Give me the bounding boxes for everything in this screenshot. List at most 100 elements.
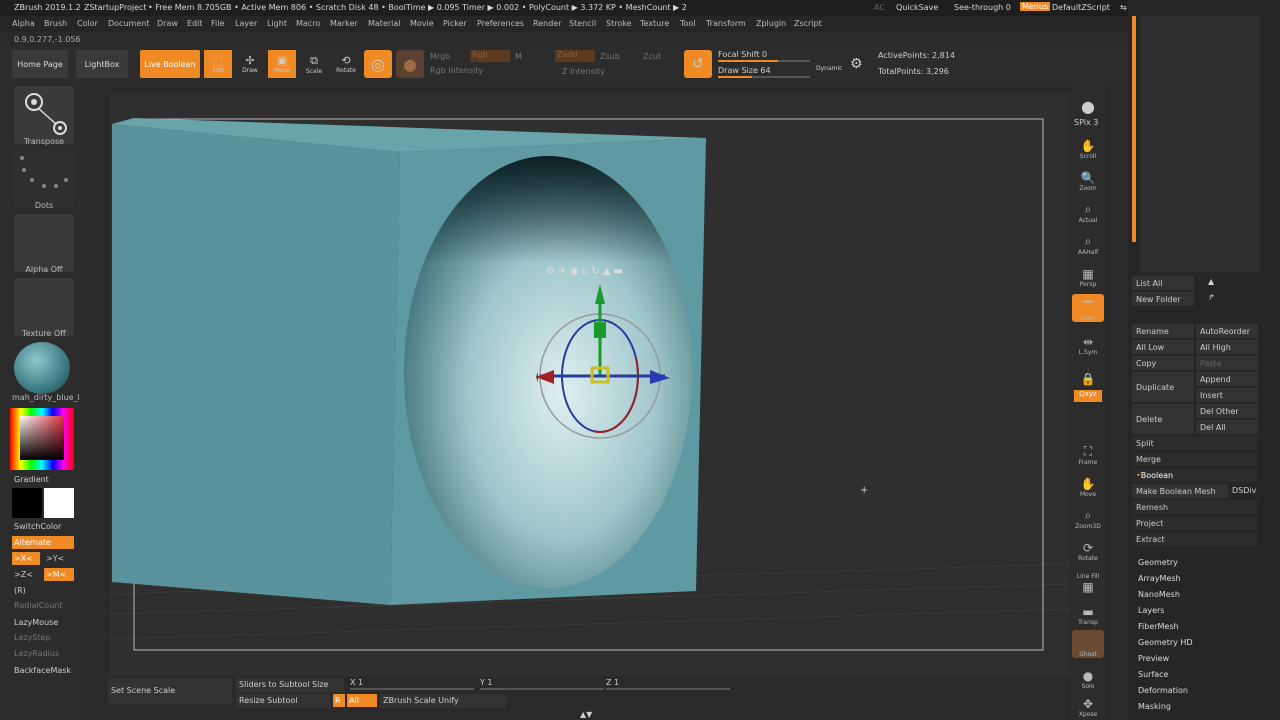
aahalf-button[interactable]: ⌕ AAHalf	[1072, 228, 1104, 256]
zadd-button[interactable]: Zadd	[555, 50, 595, 62]
m-symmetry-button[interactable]: >M<	[44, 568, 74, 581]
x-symmetry-button[interactable]: >X<	[12, 552, 40, 565]
menu-transform[interactable]: Transform	[706, 19, 746, 28]
menu-stencil[interactable]: Stencil	[569, 19, 596, 28]
secondary-color-swatch[interactable]	[12, 488, 42, 518]
set-scene-scale-button[interactable]: Set Scene Scale	[108, 678, 232, 704]
scale-button[interactable]: ⧉ Scale	[300, 50, 328, 78]
material-button[interactable]	[14, 342, 70, 394]
dots-stroke-button[interactable]	[14, 150, 74, 208]
lightbox-button[interactable]: LightBox	[76, 50, 128, 78]
radialcount-slider[interactable]: RadialCount	[14, 601, 62, 610]
home-page-button[interactable]: Home Page	[12, 50, 68, 78]
z-symmetry-button[interactable]: >Z<	[14, 570, 33, 579]
solo-button[interactable]: ● Solo	[1072, 662, 1104, 690]
rgb-intensity-slider[interactable]: Rgb Intensity	[430, 66, 483, 75]
fibermesh-section[interactable]: FiberMesh	[1138, 622, 1179, 631]
zoom3d-button[interactable]: ⌕ Zoom3D	[1072, 502, 1104, 530]
y-symmetry-button[interactable]: >Y<	[46, 554, 64, 563]
texture-button[interactable]	[14, 278, 74, 336]
scroll-button[interactable]: ✋ Scroll	[1072, 132, 1104, 160]
delete-button[interactable]: Delete	[1132, 404, 1194, 434]
alpha-button[interactable]	[14, 214, 74, 272]
extract-section[interactable]: Extract	[1132, 532, 1258, 546]
menu-color[interactable]: Color	[77, 19, 98, 28]
zsub-button[interactable]: Zsub	[600, 52, 620, 61]
menu-brush[interactable]: Brush	[44, 19, 67, 28]
x-scale-slider[interactable]: X 1	[350, 678, 363, 687]
draw-button[interactable]: ✢ Draw	[236, 50, 264, 78]
new-folder-button[interactable]: New Folder	[1132, 292, 1194, 306]
subtool-list[interactable]	[1140, 16, 1260, 272]
menu-macro[interactable]: Macro	[296, 19, 320, 28]
z-intensity-slider[interactable]: Z Intensity	[562, 67, 605, 76]
edit-button[interactable]: ⬚ Edit	[204, 50, 232, 78]
geometry-section[interactable]: Geometry	[1138, 558, 1178, 567]
switchcolor-button[interactable]: SwitchColor	[14, 522, 61, 531]
transp-button[interactable]: ▬ Transp	[1072, 598, 1104, 626]
masking-section[interactable]: Masking	[1138, 702, 1171, 711]
resize-subtool-button[interactable]: Resize Subtool	[236, 694, 330, 708]
actual-button[interactable]: ⌕ Actual	[1072, 196, 1104, 224]
y-scale-slider[interactable]: Y 1	[480, 678, 493, 687]
lazystep-slider[interactable]: LazyStep	[14, 633, 51, 642]
lock-button[interactable]: 🔒	[1072, 358, 1104, 386]
rotate-view-button[interactable]: ⟳ Rotate	[1072, 534, 1104, 562]
menu-draw[interactable]: Draw	[157, 19, 178, 28]
xyz-button[interactable]: Qxyz	[1074, 390, 1102, 402]
gradient-label[interactable]: Gradient	[14, 475, 49, 484]
frame-button[interactable]: ⛶ Frame	[1072, 438, 1104, 466]
paste-button[interactable]: Paste	[1196, 356, 1258, 370]
spix-slider[interactable]: SPix 3	[1074, 118, 1098, 127]
main-color-swatch[interactable]	[44, 488, 74, 518]
menu-zscript[interactable]: Zscript	[794, 19, 822, 28]
menu-layer[interactable]: Layer	[235, 19, 257, 28]
surface-section[interactable]: Surface	[1138, 670, 1168, 679]
menu-file[interactable]: File	[211, 19, 224, 28]
menus-button[interactable]: Menus	[1020, 2, 1051, 11]
mrgb-button[interactable]: Mrgb	[430, 52, 450, 61]
linefill-button[interactable]: Line Fill ▦	[1072, 566, 1104, 594]
menu-marker[interactable]: Marker	[330, 19, 358, 28]
quicksave-button[interactable]: QuickSave	[896, 3, 938, 12]
alternate-button[interactable]: Alternate	[12, 536, 74, 549]
r-button[interactable]: R	[333, 694, 345, 707]
autoreorder-button[interactable]: AutoReorder	[1196, 324, 1258, 338]
transpose-button[interactable]	[14, 86, 74, 144]
m-button[interactable]: M	[515, 52, 522, 61]
menu-render[interactable]: Render	[533, 19, 561, 28]
preview-section[interactable]: Preview	[1138, 654, 1169, 663]
z-scale-slider[interactable]: Z 1	[606, 678, 619, 687]
backfacemask-button[interactable]: BackfaceMask	[14, 666, 71, 675]
menu-picker[interactable]: Picker	[443, 19, 467, 28]
gizmo-toolbar[interactable]: ⚙ ✈ ◉ ⌂ ↻ ▲ ▬	[546, 266, 623, 277]
copy-button[interactable]: Copy	[1132, 356, 1194, 370]
dynamic-toggle[interactable]: Dynamic	[816, 65, 842, 72]
zoom-button[interactable]: 🔍 Zoom	[1072, 164, 1104, 192]
move-view-button[interactable]: ✋ Move	[1072, 470, 1104, 498]
all-low-button[interactable]: All Low	[1132, 340, 1194, 354]
arraymesh-section[interactable]: ArrayMesh	[1138, 574, 1181, 583]
dsdiv-slider[interactable]: DSDiv	[1232, 486, 1256, 495]
del-all-button[interactable]: Del All	[1196, 420, 1258, 434]
bottom-collapse-icon[interactable]: ▲▼	[580, 710, 592, 719]
zcut-button[interactable]: Zcut	[643, 52, 661, 61]
focal-shift-slider[interactable]: Focal Shift 0	[718, 50, 767, 59]
move-button[interactable]: ▣ Move	[268, 50, 296, 78]
menu-movie[interactable]: Movie	[410, 19, 434, 28]
del-other-button[interactable]: Del Other	[1196, 404, 1258, 418]
duplicate-button[interactable]: Duplicate	[1132, 372, 1194, 402]
merge-section[interactable]: Merge	[1132, 452, 1258, 466]
menu-preferences[interactable]: Preferences	[477, 19, 524, 28]
stroke-button[interactable]: ↺	[684, 50, 712, 78]
make-boolean-mesh-button[interactable]: Make Boolean Mesh	[1132, 484, 1228, 498]
insert-button[interactable]: Insert	[1196, 388, 1258, 402]
menu-stroke[interactable]: Stroke	[606, 19, 632, 28]
lazyradius-slider[interactable]: LazyRadius	[14, 649, 59, 658]
floor-button[interactable]: ▔ Floor	[1072, 294, 1104, 322]
folder-arrow-icon[interactable]: ↱	[1208, 293, 1215, 302]
boolean-section[interactable]: • Boolean	[1132, 468, 1258, 482]
live-boolean-button[interactable]: Live Boolean	[140, 50, 200, 78]
lightbox-gear-icon[interactable]: ⚙	[850, 56, 863, 72]
sliders-to-subtool-size-button[interactable]: Sliders to Subtool Size	[236, 678, 344, 692]
